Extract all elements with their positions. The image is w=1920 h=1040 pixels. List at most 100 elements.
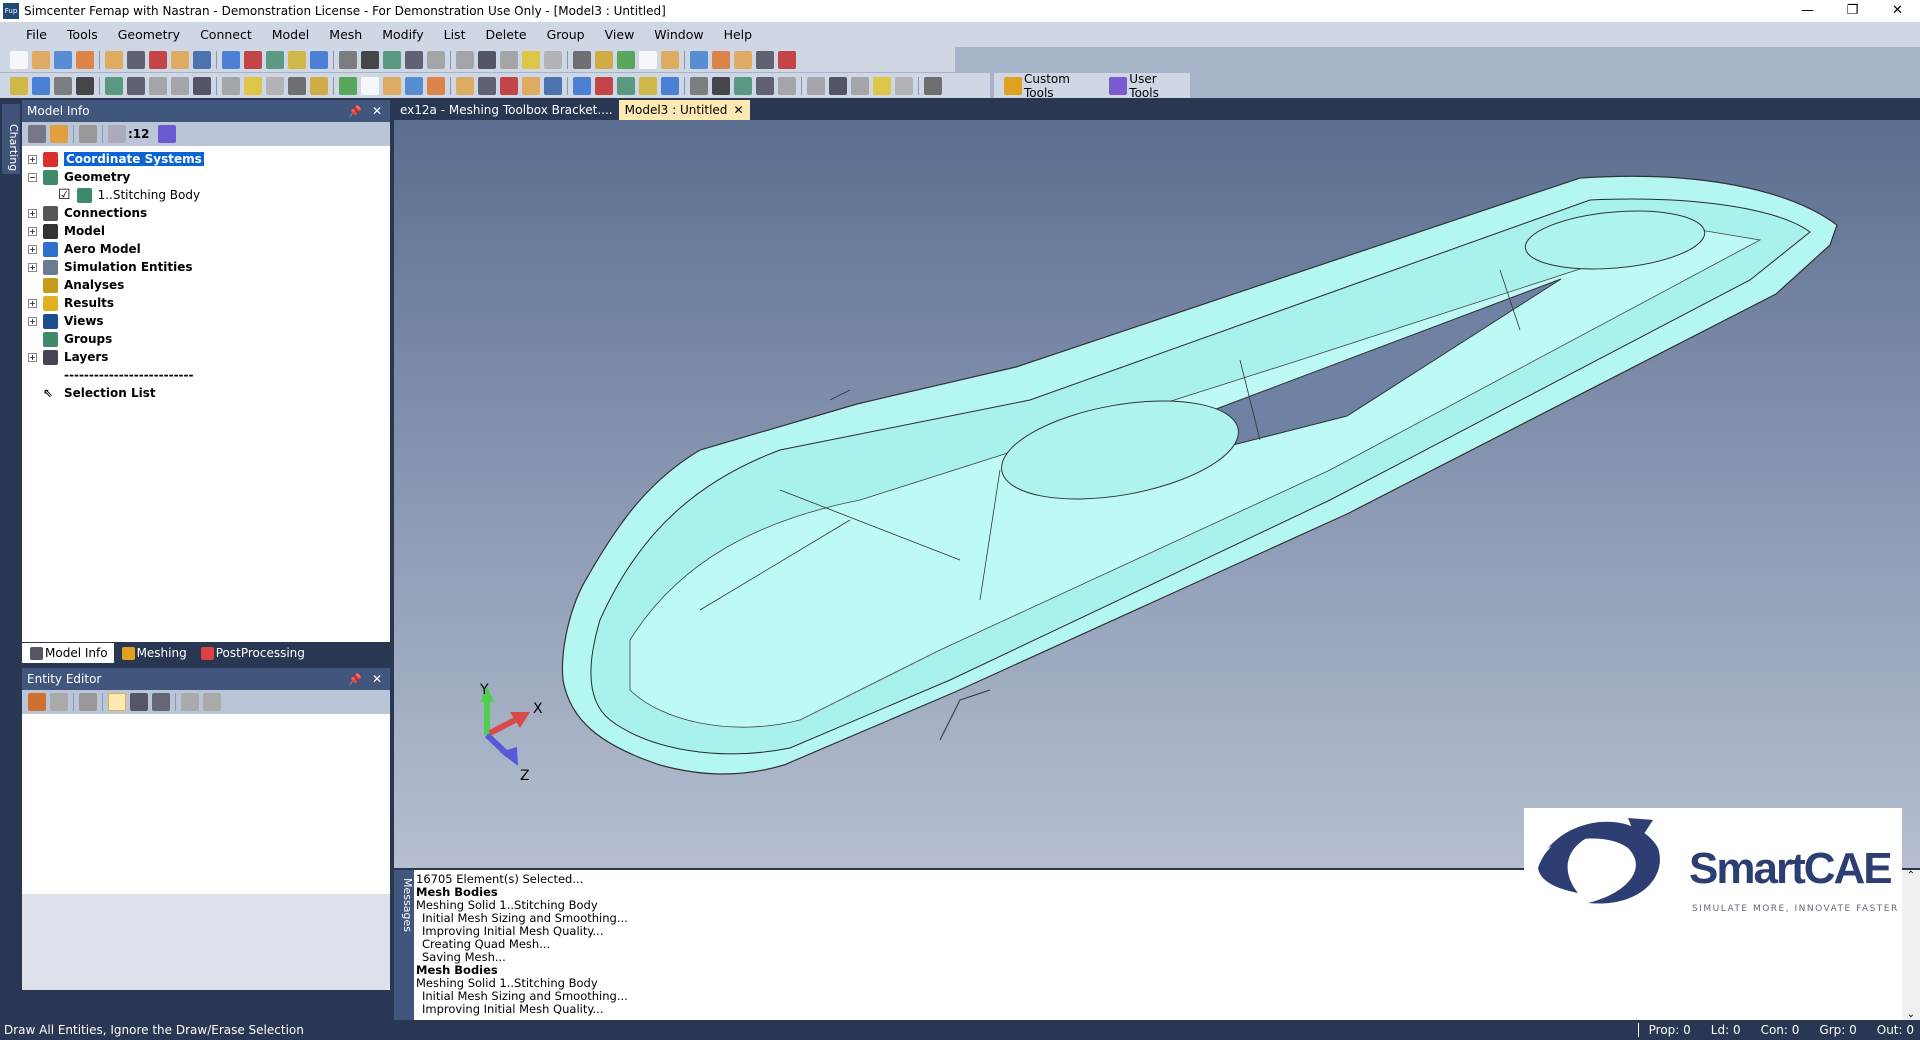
toolbar-tool-icon[interactable] <box>193 76 211 95</box>
panel-tab-postprocessing[interactable]: PostProcessing <box>193 643 311 663</box>
toolbar-tool-icon[interactable] <box>661 76 679 95</box>
toolbar-tool-icon[interactable] <box>105 50 123 69</box>
menu-modify[interactable]: Modify <box>372 27 433 42</box>
toolbar-tool-icon[interactable] <box>456 50 474 69</box>
toolbar-tool-icon[interactable] <box>595 50 613 69</box>
toolbar-tool-icon[interactable] <box>383 76 401 95</box>
toolbar-tool-icon[interactable] <box>617 76 635 95</box>
toolbar-tool-icon[interactable] <box>193 50 211 69</box>
toolbar-tool-icon[interactable] <box>288 76 306 95</box>
entity-editor-body[interactable] <box>22 714 390 894</box>
toolbar-tool-icon[interactable] <box>427 76 445 95</box>
expand-toggle[interactable]: + <box>28 316 37 326</box>
expand-toggle[interactable]: + <box>28 226 37 236</box>
toolbar-tool-icon[interactable] <box>456 76 474 95</box>
tree-item[interactable]: + Model <box>22 222 390 240</box>
toolbar-tool-icon[interactable] <box>639 76 657 95</box>
tree-item[interactable]: Groups <box>22 330 390 348</box>
messages-side-tab[interactable]: Messages <box>394 870 414 1020</box>
toolbar-tool-icon[interactable] <box>427 50 445 69</box>
menu-window[interactable]: Window <box>644 27 713 42</box>
count-icon[interactable] <box>108 125 126 143</box>
tree-item[interactable]: − Geometry <box>22 168 390 186</box>
toolbar-tool-icon[interactable] <box>573 76 591 95</box>
close-button[interactable]: ✕ <box>1875 0 1920 22</box>
messages-scrollbar[interactable]: ⌃ ⌄ <box>1902 870 1920 1020</box>
toolbar-tool-icon[interactable] <box>171 76 189 95</box>
expand-all-icon[interactable] <box>152 693 170 711</box>
menu-list[interactable]: List <box>434 27 476 42</box>
toolbar-tool-icon[interactable] <box>924 76 942 95</box>
expand-toggle[interactable]: + <box>28 352 37 362</box>
toolbar-tool-icon[interactable] <box>712 76 730 95</box>
expand-toggle[interactable]: − <box>28 172 37 182</box>
menu-file[interactable]: File <box>16 27 57 42</box>
menu-view[interactable]: View <box>595 27 645 42</box>
folder-up-icon[interactable] <box>50 125 68 143</box>
menu-geometry[interactable]: Geometry <box>108 27 190 42</box>
checkbox[interactable]: ☑ <box>58 187 71 203</box>
toolbar-tool-icon[interactable] <box>54 76 72 95</box>
expand-toggle[interactable]: + <box>28 154 37 164</box>
categorized-icon[interactable] <box>108 693 126 711</box>
toolbar-tool-icon[interactable] <box>361 50 379 69</box>
menu-group[interactable]: Group <box>537 27 595 42</box>
menu-mesh[interactable]: Mesh <box>319 27 372 42</box>
toolbar-tool-icon[interactable] <box>478 50 496 69</box>
close-icon[interactable]: ✕ <box>372 672 382 686</box>
tree-item[interactable]: + Simulation Entities <box>22 258 390 276</box>
tree-item[interactable]: + Connections <box>22 204 390 222</box>
graphics-viewport[interactable]: Y X Z <box>394 120 1920 868</box>
toolbar-tool-icon[interactable] <box>10 76 28 95</box>
document-tab[interactable]: Model3 : Untitled ✕ <box>618 100 750 120</box>
toolbar-tool-icon[interactable] <box>756 76 774 95</box>
toolbar-tool-icon[interactable] <box>734 76 752 95</box>
toolbar-tool-icon[interactable] <box>522 76 540 95</box>
panel-tab-model-info[interactable]: Model Info <box>22 643 114 663</box>
toolbar-tool-icon[interactable] <box>222 76 240 95</box>
toolbar-tool-icon[interactable] <box>383 50 401 69</box>
toolbar-tool-icon[interactable] <box>690 50 708 69</box>
toolbar-tool-icon[interactable] <box>405 50 423 69</box>
toolbar-tool-icon[interactable] <box>361 76 379 95</box>
lock-icon[interactable] <box>28 693 46 711</box>
toolbar-tool-icon[interactable] <box>478 76 496 95</box>
toolbar-tool-icon[interactable] <box>807 76 825 95</box>
minimize-button[interactable]: — <box>1785 0 1830 22</box>
toolbar-tool-icon[interactable] <box>339 76 357 95</box>
expand-toggle[interactable]: + <box>28 298 37 308</box>
toolbar-tool-icon[interactable] <box>895 76 913 95</box>
toolbar-tool-icon[interactable] <box>76 76 94 95</box>
toolbar-tool-icon[interactable] <box>639 50 657 69</box>
menu-model[interactable]: Model <box>262 27 320 42</box>
toolbar-tool-icon[interactable] <box>500 76 518 95</box>
toolbar-tool-icon[interactable] <box>127 50 145 69</box>
toolbar-tool-icon[interactable] <box>105 76 123 95</box>
toolbar-tool-icon[interactable] <box>756 50 774 69</box>
toolbar-tool-icon[interactable] <box>266 50 284 69</box>
tree-item[interactable]: Analyses <box>22 276 390 294</box>
toolbar-tool-icon[interactable] <box>778 76 796 95</box>
expand-toggle[interactable]: + <box>28 208 37 218</box>
document-tab[interactable]: ex12a - Meshing Toolbox Bracket.... <box>394 100 619 120</box>
toolbar-tool-icon[interactable] <box>778 50 796 69</box>
toolbar-tool-icon[interactable] <box>54 50 72 69</box>
tree-item[interactable]: + Layers <box>22 348 390 366</box>
export-icon[interactable] <box>203 693 221 711</box>
paste-icon[interactable] <box>50 693 68 711</box>
custom-tools-button[interactable]: Custom Tools <box>1024 72 1103 100</box>
toolbar-tool-icon[interactable] <box>500 50 518 69</box>
toolbar-tool-icon[interactable] <box>829 76 847 95</box>
panel-tab-meshing[interactable]: Meshing <box>114 643 193 663</box>
menu-help[interactable]: Help <box>714 27 763 42</box>
expand-toggle[interactable]: + <box>28 244 37 254</box>
user-tools-button[interactable]: User Tools <box>1129 72 1190 100</box>
toolbar-tool-icon[interactable] <box>544 50 562 69</box>
close-tab-icon[interactable]: ✕ <box>733 103 743 117</box>
checkboxes-icon[interactable] <box>79 125 97 143</box>
expand-toggle[interactable]: + <box>28 262 37 272</box>
tree-item[interactable]: ☑ 1..Stitching Body <box>22 186 390 204</box>
toolbar-tool-icon[interactable] <box>149 50 167 69</box>
tree-item[interactable]: + Results <box>22 294 390 312</box>
toolbar-tool-icon[interactable] <box>222 50 240 69</box>
